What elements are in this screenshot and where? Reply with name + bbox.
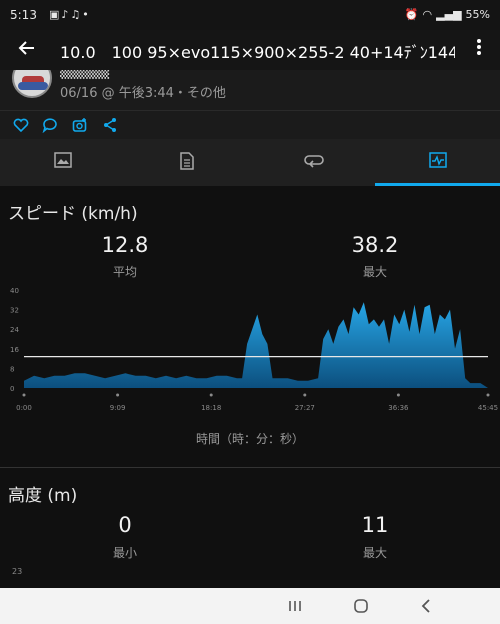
activity-tabs	[0, 139, 500, 186]
x-tick-label: 9:09	[110, 404, 126, 412]
active-tab-indicator	[375, 183, 500, 186]
altitude-max-label: 最大	[362, 546, 387, 560]
battery-percent: 55%	[465, 8, 490, 21]
activity-screen: 5:13 ▣♪♫• ⏰ ◠ ▂▄▆ 55% 10.0 100 95×evo115…	[0, 0, 500, 624]
notification-icons: ▣♪♫•	[49, 8, 91, 21]
altitude-title: 高度 (m)	[8, 486, 78, 506]
x-tick-mark	[22, 393, 26, 397]
add-photo-icon[interactable]	[72, 117, 88, 133]
speed-x-axis-label: 時間（時：分：秒）	[195, 432, 304, 446]
x-tick-mark	[209, 393, 213, 397]
social-actions	[0, 110, 500, 139]
user-name-partial: ▒▒▒▒	[60, 70, 109, 79]
system-nav-bar	[0, 588, 500, 624]
laps-icon	[304, 155, 324, 168]
chart-pulse-icon	[429, 152, 447, 168]
y-tick-label: 0	[10, 385, 14, 393]
activity-header: ▒▒▒▒ 06/16 @ 午後3:44・その他	[0, 70, 500, 110]
status-bar: 5:13 ▣♪♫• ⏰ ◠ ▂▄▆ 55%	[0, 0, 500, 30]
y-tick-label: 40	[10, 287, 19, 295]
speed-title: スピード (km/h)	[8, 204, 138, 224]
section-divider	[0, 467, 500, 468]
share-icon[interactable]	[102, 117, 118, 133]
document-icon	[180, 152, 194, 170]
x-tick-mark	[486, 393, 490, 397]
x-tick-mark	[116, 393, 120, 397]
activity-title: 10.0 100 95×evo115×900×255-2 40+14ﾃﾞﾝ144…	[60, 43, 455, 62]
speed-chart[interactable]: 0 8 16 24 32 40 0:00 9:09 18:18 27:27 36:36 45:45	[0, 283, 500, 418]
y-tick-label: 8	[10, 365, 14, 373]
altitude-y-tick: 23	[12, 567, 23, 576]
status-time: 5:13	[10, 8, 37, 22]
like-heart-icon[interactable]	[13, 117, 29, 133]
back-icon[interactable]	[418, 597, 436, 615]
altitude-min-value: 0	[118, 513, 132, 537]
back-arrow-icon[interactable]	[14, 37, 40, 63]
speed-max-value: 38.2	[351, 233, 399, 257]
x-tick-label: 27:27	[295, 404, 315, 412]
y-tick-label: 24	[10, 326, 19, 334]
altitude-max-value: 11	[361, 513, 389, 537]
app-bar: 10.0 100 95×evo115×900×255-2 40+14ﾃﾞﾝ144…	[0, 30, 500, 70]
photo-summary-icon	[54, 152, 72, 168]
activity-date: 06/16 @ 午後3:44・その他	[60, 86, 226, 101]
speed-avg-label: 平均	[112, 265, 137, 279]
comment-icon[interactable]	[42, 117, 58, 133]
tab-charts[interactable]	[375, 139, 500, 186]
signal-icon: ▂▄▆	[436, 8, 462, 21]
tab-laps[interactable]	[250, 139, 375, 186]
x-tick-mark	[303, 393, 307, 397]
speed-series-area	[24, 302, 488, 388]
more-options-icon[interactable]	[472, 38, 486, 62]
recent-apps-icon[interactable]	[286, 597, 304, 615]
wifi-icon: ◠	[422, 8, 433, 21]
y-tick-label: 16	[10, 346, 19, 354]
x-tick-label: 45:45	[478, 404, 498, 412]
x-tick-mark	[396, 393, 400, 397]
x-tick-label: 36:36	[388, 404, 409, 412]
speed-max-label: 最大	[362, 265, 387, 279]
x-tick-label: 18:18	[201, 404, 221, 412]
tab-overview[interactable]	[0, 139, 125, 186]
tab-stats[interactable]	[125, 139, 250, 186]
status-right: ⏰ ◠ ▂▄▆ 55%	[405, 8, 490, 21]
home-icon[interactable]	[352, 597, 370, 615]
altitude-min-label: 最小	[112, 546, 137, 560]
avatar[interactable]	[12, 70, 52, 98]
x-tick-label: 0:00	[16, 404, 32, 412]
speed-avg-value: 12.8	[101, 233, 149, 257]
alarm-icon: ⏰	[404, 8, 419, 21]
y-tick-label: 32	[10, 307, 19, 315]
